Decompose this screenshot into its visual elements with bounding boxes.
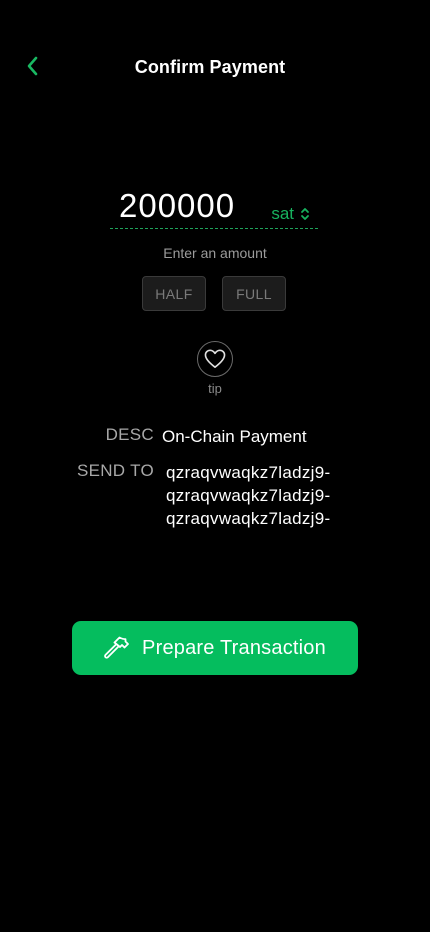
prepare-transaction-button[interactable]: Prepare Transaction (72, 621, 358, 675)
desc-row: DESC On-Chain Payment (0, 423, 430, 459)
payment-details: DESC On-Chain Payment SEND TO qzraqvwaqk… (0, 423, 430, 528)
hammer-icon (104, 636, 129, 659)
tip-button[interactable]: tip (195, 341, 235, 396)
send-to-label: SEND TO (76, 461, 154, 480)
destination-address: qzraqvwaqkz7ladzj9- qzraqvwaqkz7ladzj9- … (166, 461, 330, 530)
tip-circle (197, 341, 233, 377)
page-title: Confirm Payment (134, 57, 286, 77)
half-button[interactable]: HALF (142, 276, 206, 311)
quick-amount-buttons: HALF FULL (142, 276, 286, 311)
tip-label: tip (208, 381, 222, 396)
chevron-up-down-icon (300, 206, 310, 222)
heart-icon (204, 349, 226, 368)
amount-input-value[interactable]: 200000 (119, 186, 235, 226)
desc-label: DESC (105, 425, 154, 444)
unit-label: sat (271, 204, 294, 223)
address-line: qzraqvwaqkz7ladzj9- (166, 509, 331, 528)
desc-value: On-Chain Payment (162, 427, 307, 446)
amount-hint: Enter an amount (163, 245, 267, 261)
address-line: qzraqvwaqkz7ladzj9- (166, 486, 331, 505)
amount-field[interactable]: 200000 sat (110, 186, 318, 229)
header: Confirm Payment (0, 0, 430, 132)
full-button[interactable]: FULL (222, 276, 286, 311)
send-to-row: SEND TO qzraqvwaqkz7ladzj9- qzraqvwaqkz7… (0, 459, 430, 528)
unit-selector[interactable]: sat (271, 204, 310, 224)
address-line: qzraqvwaqkz7ladzj9- (166, 463, 331, 482)
prepare-transaction-label: Prepare Transaction (142, 636, 326, 659)
